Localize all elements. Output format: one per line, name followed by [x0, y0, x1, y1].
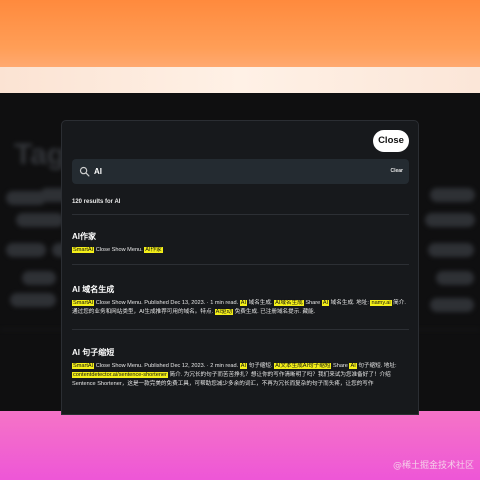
snippet-highlight: AI作家 [144, 247, 163, 253]
background-tag-chip [425, 213, 475, 227]
page-top-strip [0, 67, 480, 93]
snippet-text: 句子缩短. 地址: [356, 363, 397, 369]
snippet-text: Close Show Menu. Published Dec 13, 2023.… [94, 300, 240, 306]
results-divider [72, 214, 409, 215]
background-tag-chip [10, 293, 56, 307]
results-divider [72, 329, 409, 330]
snippet-text: Share [331, 363, 350, 369]
snippet-text: 免费生成. 已注册域名提示. 藏能. [233, 309, 316, 315]
background-tag-chip [430, 188, 475, 202]
snippet-highlight: SmartAI [72, 363, 95, 369]
snippet-highlight: namy.ai [370, 300, 392, 306]
background-tag-chip [428, 243, 474, 257]
close-button[interactable]: Close [373, 130, 409, 152]
background-tag-chip [22, 271, 56, 285]
snippet-highlight: SmartAI [72, 300, 95, 306]
snippet-text: Close Show Menu. Published Dec 12, 2023.… [94, 363, 240, 369]
search-result[interactable]: AI作家 SmartAI Close Show Menu. AI作家 [72, 231, 408, 255]
result-title[interactable]: AI作家 [72, 231, 408, 242]
snippet-highlight: AI域名生成 [274, 300, 304, 306]
search-input[interactable] [94, 163, 364, 180]
search-box[interactable]: Clear [72, 159, 409, 184]
results-divider [72, 264, 409, 265]
result-snippet: SmartAI Close Show Menu. Published Dec 1… [72, 299, 408, 317]
snippet-text: 域名生成. 地址: [329, 300, 371, 306]
search-modal: Close Clear 120 results for AI AI作家 Smar… [61, 120, 419, 415]
snippet-highlight: AI文本生成AI句子缩短 [274, 363, 332, 369]
result-title[interactable]: AI 域名生成 [72, 284, 408, 295]
snippet-text: 句子缩短. [247, 363, 275, 369]
snippet-highlight: AI [349, 363, 357, 369]
snippet-text: Close Show Menu. [94, 247, 145, 253]
background-tag-chip [436, 271, 474, 285]
background-tag-chip [6, 243, 46, 257]
snippet-highlight: SmartAI [72, 247, 95, 253]
background-tag-chip [430, 298, 474, 312]
result-title[interactable]: AI 句子缩短 [72, 347, 408, 358]
clear-button[interactable]: Clear [390, 165, 403, 178]
background-tag-chip [16, 213, 64, 227]
result-snippet: SmartAI Close Show Menu. AI作家 [72, 246, 408, 255]
result-snippet: SmartAI Close Show Menu. Published Dec 1… [72, 362, 408, 389]
snippet-text: 域名生成. [247, 300, 275, 306]
snippet-highlight: AI [321, 300, 330, 306]
snippet-text: Share [303, 300, 322, 306]
search-icon [79, 166, 90, 177]
snippet-highlight: contentdetector.ai/sentence-shortener [72, 372, 168, 378]
search-result[interactable]: AI 句子缩短 SmartAI Close Show Menu. Publish… [72, 347, 408, 389]
snippet-highlight: AI [239, 363, 248, 369]
snippet-highlight: AI [239, 300, 248, 306]
results-count: 120 results for AI [72, 199, 121, 205]
watermark: @稀土掘金技术社区 [392, 461, 474, 471]
search-result[interactable]: AI 域名生成 SmartAI Close Show Menu. Publish… [72, 284, 408, 317]
snippet-highlight: AI驱动 [214, 309, 234, 315]
